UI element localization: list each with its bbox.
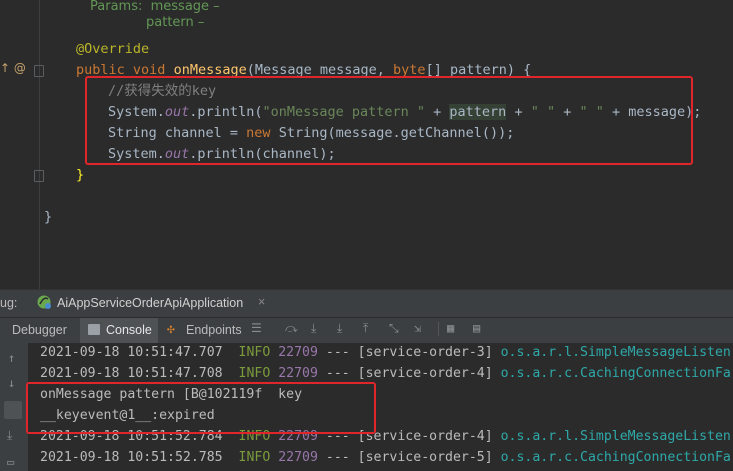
print-icon[interactable]: ▭ bbox=[7, 455, 14, 469]
log-thread: [service-order-4] bbox=[357, 429, 493, 444]
log-timestamp: 2021-09-18 10:51:52.785 bbox=[40, 450, 223, 465]
force-step-into-icon[interactable]: ⤓ bbox=[337, 321, 342, 336]
log-level: INFO bbox=[238, 366, 271, 381]
log-logger[interactable]: o.s.a.r.c.CachingConnectionFa bbox=[501, 366, 731, 381]
class-close-brace: } bbox=[44, 209, 53, 225]
evaluate-icon[interactable]: ▦ bbox=[447, 321, 454, 335]
step-out-icon[interactable]: ⤒ bbox=[363, 321, 368, 336]
log-sep: --- bbox=[325, 345, 350, 360]
console-line: 2021-09-18 10:51:52.785 INFO 22709 --- [… bbox=[40, 450, 731, 465]
run-config-tab[interactable]: AiAppServiceOrderApiApplication bbox=[57, 296, 243, 310]
spring-boot-icon bbox=[36, 294, 52, 310]
log-pid: 22709 bbox=[278, 450, 318, 465]
toolbar-divider bbox=[438, 322, 439, 336]
log-timestamp: 2021-09-18 10:51:47.707 bbox=[40, 345, 223, 360]
override-gutter-icon[interactable]: ↑ @ bbox=[0, 61, 26, 75]
debug-title-label: ug: bbox=[0, 296, 18, 310]
soft-wrap-icon[interactable] bbox=[4, 401, 22, 419]
down-arrow-icon[interactable]: ↓ bbox=[8, 376, 15, 390]
run-to-cursor-icon[interactable]: ⇲ bbox=[414, 321, 421, 335]
endpoints-icon: ✣ bbox=[167, 322, 175, 337]
log-logger[interactable]: o.s.a.r.l.SimpleMessageListen bbox=[501, 345, 731, 360]
javadoc-params: Params: message – bbox=[90, 0, 220, 15]
log-logger[interactable]: o.s.a.r.l.SimpleMessageListen bbox=[501, 429, 731, 444]
step-over-icon[interactable]: ⤼ bbox=[285, 321, 298, 336]
trace-icon[interactable]: ▤ bbox=[473, 321, 480, 335]
scroll-to-end-icon[interactable]: ⤓ bbox=[7, 428, 12, 443]
doc-params-label: Params: bbox=[90, 0, 143, 14]
close-tab-icon[interactable]: × bbox=[258, 295, 265, 309]
log-thread: [service-order-4] bbox=[357, 366, 493, 381]
menu-icon[interactable]: ☰ bbox=[251, 321, 262, 335]
console-line: 2021-09-18 10:51:47.708 INFO 22709 --- [… bbox=[40, 366, 731, 381]
log-pid: 22709 bbox=[278, 345, 318, 360]
log-logger[interactable]: o.s.a.r.c.CachingConnectionFa bbox=[501, 450, 731, 465]
log-timestamp: 2021-09-18 10:51:47.708 bbox=[40, 366, 223, 381]
fold-close-icon[interactable] bbox=[34, 170, 44, 182]
method-close-brace: } bbox=[76, 167, 85, 183]
console-line: 2021-09-18 10:51:47.707 INFO 22709 --- [… bbox=[40, 345, 731, 360]
override-annotation: @Override bbox=[76, 41, 150, 57]
up-arrow-icon[interactable]: ↑ bbox=[8, 351, 15, 365]
doc-param-message: message – bbox=[150, 0, 220, 14]
step-into-icon[interactable]: ⤓ bbox=[311, 321, 316, 336]
fold-open-icon[interactable] bbox=[34, 65, 44, 77]
doc-param-pattern: pattern – bbox=[146, 15, 205, 30]
log-thread: [service-order-5] bbox=[357, 450, 493, 465]
tab-console[interactable]: Console bbox=[106, 323, 152, 337]
tab-endpoints[interactable]: Endpoints bbox=[186, 323, 242, 337]
log-level: INFO bbox=[238, 450, 271, 465]
console-icon bbox=[88, 324, 100, 335]
highlight-box-code bbox=[85, 76, 693, 165]
log-pid: 22709 bbox=[278, 366, 318, 381]
tab-debugger[interactable]: Debugger bbox=[12, 323, 67, 337]
drop-frame-icon[interactable]: ⤡ bbox=[389, 321, 399, 336]
log-thread: [service-order-3] bbox=[357, 345, 493, 360]
highlight-box-output bbox=[26, 382, 376, 434]
log-level: INFO bbox=[238, 345, 271, 360]
gutter-separator bbox=[39, 0, 40, 289]
log-sep: --- bbox=[325, 450, 350, 465]
log-sep: --- bbox=[325, 366, 350, 381]
